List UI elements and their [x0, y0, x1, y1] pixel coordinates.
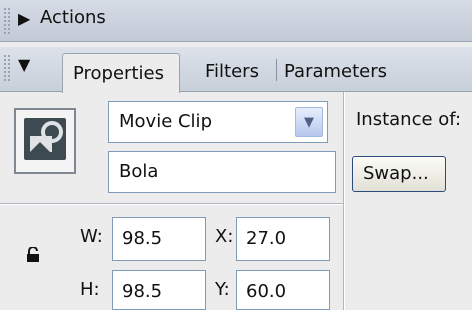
y-input[interactable]: 60.0: [236, 270, 330, 310]
instance-name-input[interactable]: Bola: [108, 151, 336, 193]
expand-arrow-icon[interactable]: ▶: [18, 9, 30, 28]
movie-clip-symbol-icon: [14, 108, 76, 174]
instance-name-value: Bola: [119, 161, 159, 182]
y-value: 60.0: [246, 281, 287, 302]
width-input[interactable]: 98.5: [112, 217, 206, 261]
height-input[interactable]: 98.5: [112, 270, 206, 310]
width-label: W:: [80, 226, 103, 247]
lock-icon[interactable]: [26, 246, 40, 268]
dropdown-arrow-icon[interactable]: ▼: [295, 107, 323, 137]
symbol-type-dropdown[interactable]: Movie Clip ▼: [108, 101, 328, 143]
divider: [0, 204, 343, 205]
grip-icon[interactable]: [4, 8, 10, 34]
grip-icon[interactable]: [4, 55, 10, 81]
actions-panel-bar[interactable]: ▶ Actions: [0, 0, 472, 42]
x-input[interactable]: 27.0: [236, 217, 330, 261]
collapse-arrow-icon[interactable]: ▼: [18, 55, 30, 74]
symbol-icon-graphic: [24, 118, 66, 160]
x-value: 27.0: [246, 228, 287, 249]
tab-separator: [276, 59, 277, 81]
tab-parameters[interactable]: Parameters: [284, 61, 387, 82]
symbol-type-value: Movie Clip: [119, 111, 212, 132]
tab-properties-label: Properties: [73, 63, 164, 84]
swap-button-label: Swap...: [363, 163, 429, 184]
x-label: X:: [215, 226, 234, 247]
properties-panel-header: ▼ Properties Filters Parameters: [0, 47, 472, 93]
height-label: H:: [80, 279, 100, 300]
instance-of-label: Instance of:: [356, 109, 462, 130]
swap-button[interactable]: Swap...: [352, 156, 446, 192]
y-label: Y:: [215, 279, 230, 300]
divider: [344, 92, 345, 310]
height-value: 98.5: [122, 281, 163, 302]
tab-properties[interactable]: Properties: [62, 53, 180, 93]
actions-panel-title: Actions: [40, 7, 106, 28]
width-value: 98.5: [122, 228, 163, 249]
tab-filters[interactable]: Filters: [205, 61, 259, 82]
